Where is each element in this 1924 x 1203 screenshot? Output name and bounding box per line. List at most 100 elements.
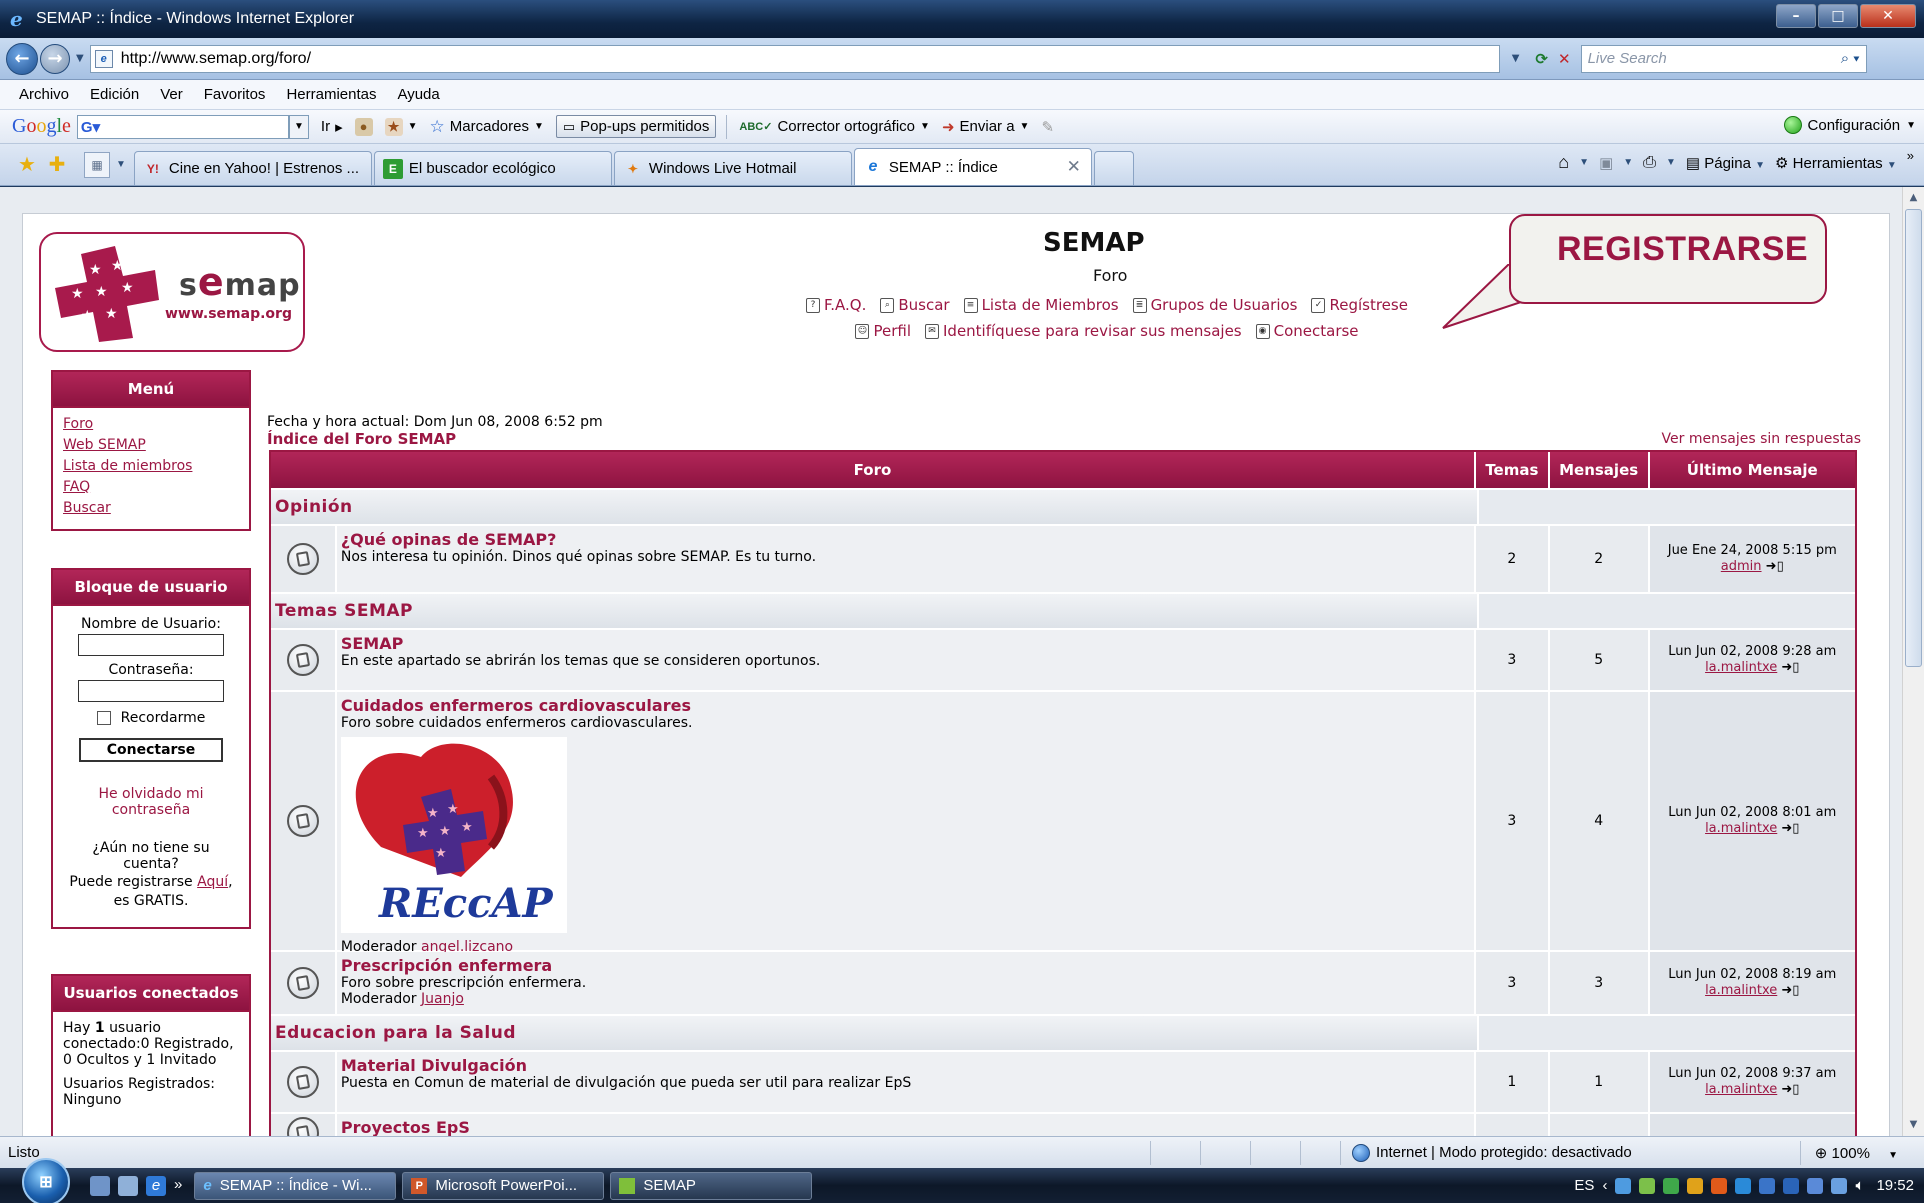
tab-list-dropdown-icon[interactable]: ▼ [116, 159, 126, 170]
forum-title[interactable]: ¿Qué opinas de SEMAP? [341, 530, 1468, 549]
tray-alert-icon[interactable] [1759, 1177, 1776, 1194]
refresh-icon[interactable]: ⟳ [1535, 50, 1548, 68]
new-tab-button[interactable] [1093, 151, 1134, 185]
language-indicator[interactable]: ES [1574, 1177, 1594, 1194]
security-zone[interactable]: Internet | Modo protegido: desactivado [1352, 1143, 1632, 1162]
maximize-button[interactable]: □ [1818, 4, 1858, 28]
last-post-user[interactable]: admin [1721, 559, 1762, 574]
remember-checkbox[interactable] [96, 711, 111, 725]
password-input[interactable] [78, 680, 224, 702]
tab-eco-search[interactable]: E El buscador ecológico [373, 151, 612, 185]
task-ie[interactable]: e SEMAP :: Índice - Wi... [194, 1171, 397, 1200]
feeds-icon[interactable]: ▣ [1599, 154, 1613, 172]
tray-chevron-icon[interactable]: ‹ [1602, 1177, 1607, 1194]
scrollbar-thumb[interactable] [1905, 209, 1922, 667]
sidebar-item-foro[interactable]: Foro [63, 414, 239, 435]
register-here-link[interactable]: Aquí [197, 874, 228, 890]
last-post-user[interactable]: la.malintxe [1705, 983, 1777, 998]
google-settings-button[interactable]: Configuración ▼ [1783, 116, 1916, 134]
tray-network-icon[interactable] [1615, 1177, 1632, 1194]
sidebar-item-search[interactable]: Buscar [63, 498, 239, 519]
goto-post-icon[interactable]: ➜▯ [1781, 1082, 1799, 1097]
menu-edicion[interactable]: Edición [90, 86, 139, 103]
favorites-star-icon[interactable]: ★ [14, 150, 40, 180]
forum-title[interactable]: Cuidados enfermeros cardiovasculares [341, 696, 1468, 715]
close-tab-icon[interactable]: ✕ [1067, 157, 1081, 177]
menu-ayuda[interactable]: Ayuda [397, 86, 439, 103]
more-chevron-icon[interactable]: » [174, 1176, 182, 1196]
members-link[interactable]: ≡ Lista de Miembros [963, 296, 1119, 314]
google-search-dropdown[interactable]: ▼ [288, 114, 309, 139]
tray-safe-icon[interactable] [1783, 1177, 1800, 1194]
last-post-user[interactable]: la.malintxe [1705, 1082, 1777, 1097]
zoom-level[interactable]: ⊕ 100% ▼ [1815, 1144, 1898, 1162]
google-logo[interactable]: Google [12, 115, 71, 138]
last-post-user[interactable]: la.malintxe [1705, 821, 1777, 836]
forum-title[interactable]: SEMAP [341, 634, 1468, 653]
add-favorite-icon[interactable]: ✚ [44, 150, 70, 180]
page-menu-button[interactable]: ▤ Página ▼ [1686, 154, 1765, 172]
search-link[interactable]: ⌕ Buscar [880, 296, 950, 314]
forgot-password-link[interactable]: He olvidado mi contraseña [63, 786, 239, 818]
back-button[interactable]: ← [6, 42, 38, 75]
tray-messenger-icon[interactable] [1663, 1177, 1680, 1194]
groups-link[interactable]: ≣ Grupos de Usuarios [1132, 296, 1297, 314]
faq-link[interactable]: ? F.A.Q. [806, 296, 866, 314]
send-to-button[interactable]: ➜ Enviar a ▼ [942, 118, 1030, 136]
sidebar-item-web-semap[interactable]: Web SEMAP [63, 435, 239, 456]
quick-tabs-icon[interactable]: ▦ [84, 151, 110, 178]
search-icon[interactable]: ⌕ ▾ [1841, 50, 1860, 67]
tray-info-icon[interactable] [1735, 1177, 1752, 1194]
tray-update-icon[interactable] [1711, 1177, 1728, 1194]
switch-windows-icon[interactable] [118, 1175, 138, 1196]
messages-link[interactable]: ✉ Identifíquese para revisar sus mensajes [925, 322, 1242, 340]
task-semap[interactable]: SEMAP [610, 1171, 813, 1200]
search-input[interactable]: Live Search ⌕ ▾ [1580, 44, 1867, 73]
popups-allowed-button[interactable]: ▭ Pop-ups permitidos [555, 115, 717, 138]
spellcheck-button[interactable]: ABC✓ Corrector ortográfico ▼ [739, 118, 930, 135]
task-powerpoint[interactable]: P Microsoft PowerPoi... [402, 1171, 605, 1200]
username-input[interactable] [78, 634, 224, 656]
profile-link[interactable]: ☺ Perfil [855, 322, 911, 340]
start-button[interactable]: ⊞ [22, 1157, 70, 1203]
forum-title[interactable]: Proyectos EpS [341, 1118, 1468, 1136]
scroll-up-icon[interactable]: ▲ [1903, 187, 1924, 209]
show-desktop-icon[interactable] [90, 1175, 110, 1196]
register-link[interactable]: ✓ Regístrese [1311, 296, 1408, 314]
goto-post-icon[interactable]: ➜▯ [1766, 559, 1784, 574]
login-button[interactable]: Conectarse [79, 738, 223, 762]
semap-logo[interactable]: ★ ★ ★ ★ ★ ★ ★ ★ semap www.semap.org [39, 232, 305, 352]
ie-quicklaunch-icon[interactable]: e [146, 1175, 166, 1196]
pencil-icon[interactable]: ✎ [1041, 118, 1054, 136]
forward-button[interactable]: → [40, 43, 70, 74]
moderator-link[interactable]: Juanjo [421, 991, 464, 1007]
tools-menu-button[interactable]: ⚙ Herramientas ▼ [1775, 154, 1897, 172]
unanswered-link[interactable]: Ver mensajes sin respuestas [1662, 431, 1861, 447]
goto-post-icon[interactable]: ➜▯ [1781, 983, 1799, 998]
tab-hotmail[interactable]: ✦ Windows Live Hotmail [613, 151, 852, 185]
address-dropdown-icon[interactable]: ▼ [1512, 53, 1520, 64]
volume-icon[interactable]: 🔈︎ [1855, 1177, 1864, 1194]
forum-index-link[interactable]: Índice del Foro SEMAP [267, 430, 456, 448]
home-icon[interactable]: ⌂ [1558, 152, 1569, 173]
menu-herramientas[interactable]: Herramientas [286, 86, 376, 103]
tray-network2-icon[interactable] [1831, 1177, 1848, 1194]
sidebar-item-members[interactable]: Lista de miembros [63, 456, 239, 477]
address-input[interactable]: e http://www.semap.org/foro/ [89, 44, 1500, 73]
tab-semap[interactable]: e SEMAP :: Índice ✕ [853, 148, 1092, 185]
category-temas-semap[interactable]: Temas SEMAP [271, 594, 1477, 628]
chevron-more-icon[interactable]: » [1907, 148, 1914, 163]
google-search-input[interactable]: G▾ [76, 114, 289, 139]
tab-yahoo[interactable]: Y! Cine en Yahoo! | Estrenos ... [133, 151, 372, 185]
menu-ver[interactable]: Ver [160, 86, 183, 103]
menu-archivo[interactable]: Archivo [19, 86, 69, 103]
close-button[interactable]: ✕ [1860, 4, 1916, 28]
sidebar-item-faq[interactable]: FAQ [63, 477, 239, 498]
scroll-down-icon[interactable]: ▼ [1903, 1114, 1924, 1136]
bookmarks-button[interactable]: ☆ Marcadores ▼ [430, 117, 544, 137]
stop-icon[interactable]: ✕ [1558, 50, 1571, 68]
print-icon[interactable]: ⎙ [1643, 154, 1656, 172]
toolbar-options-icon[interactable]: ★ ▼ [384, 117, 418, 136]
last-post-user[interactable]: la.malintxe [1705, 660, 1777, 675]
minimize-button[interactable]: – [1776, 4, 1816, 28]
